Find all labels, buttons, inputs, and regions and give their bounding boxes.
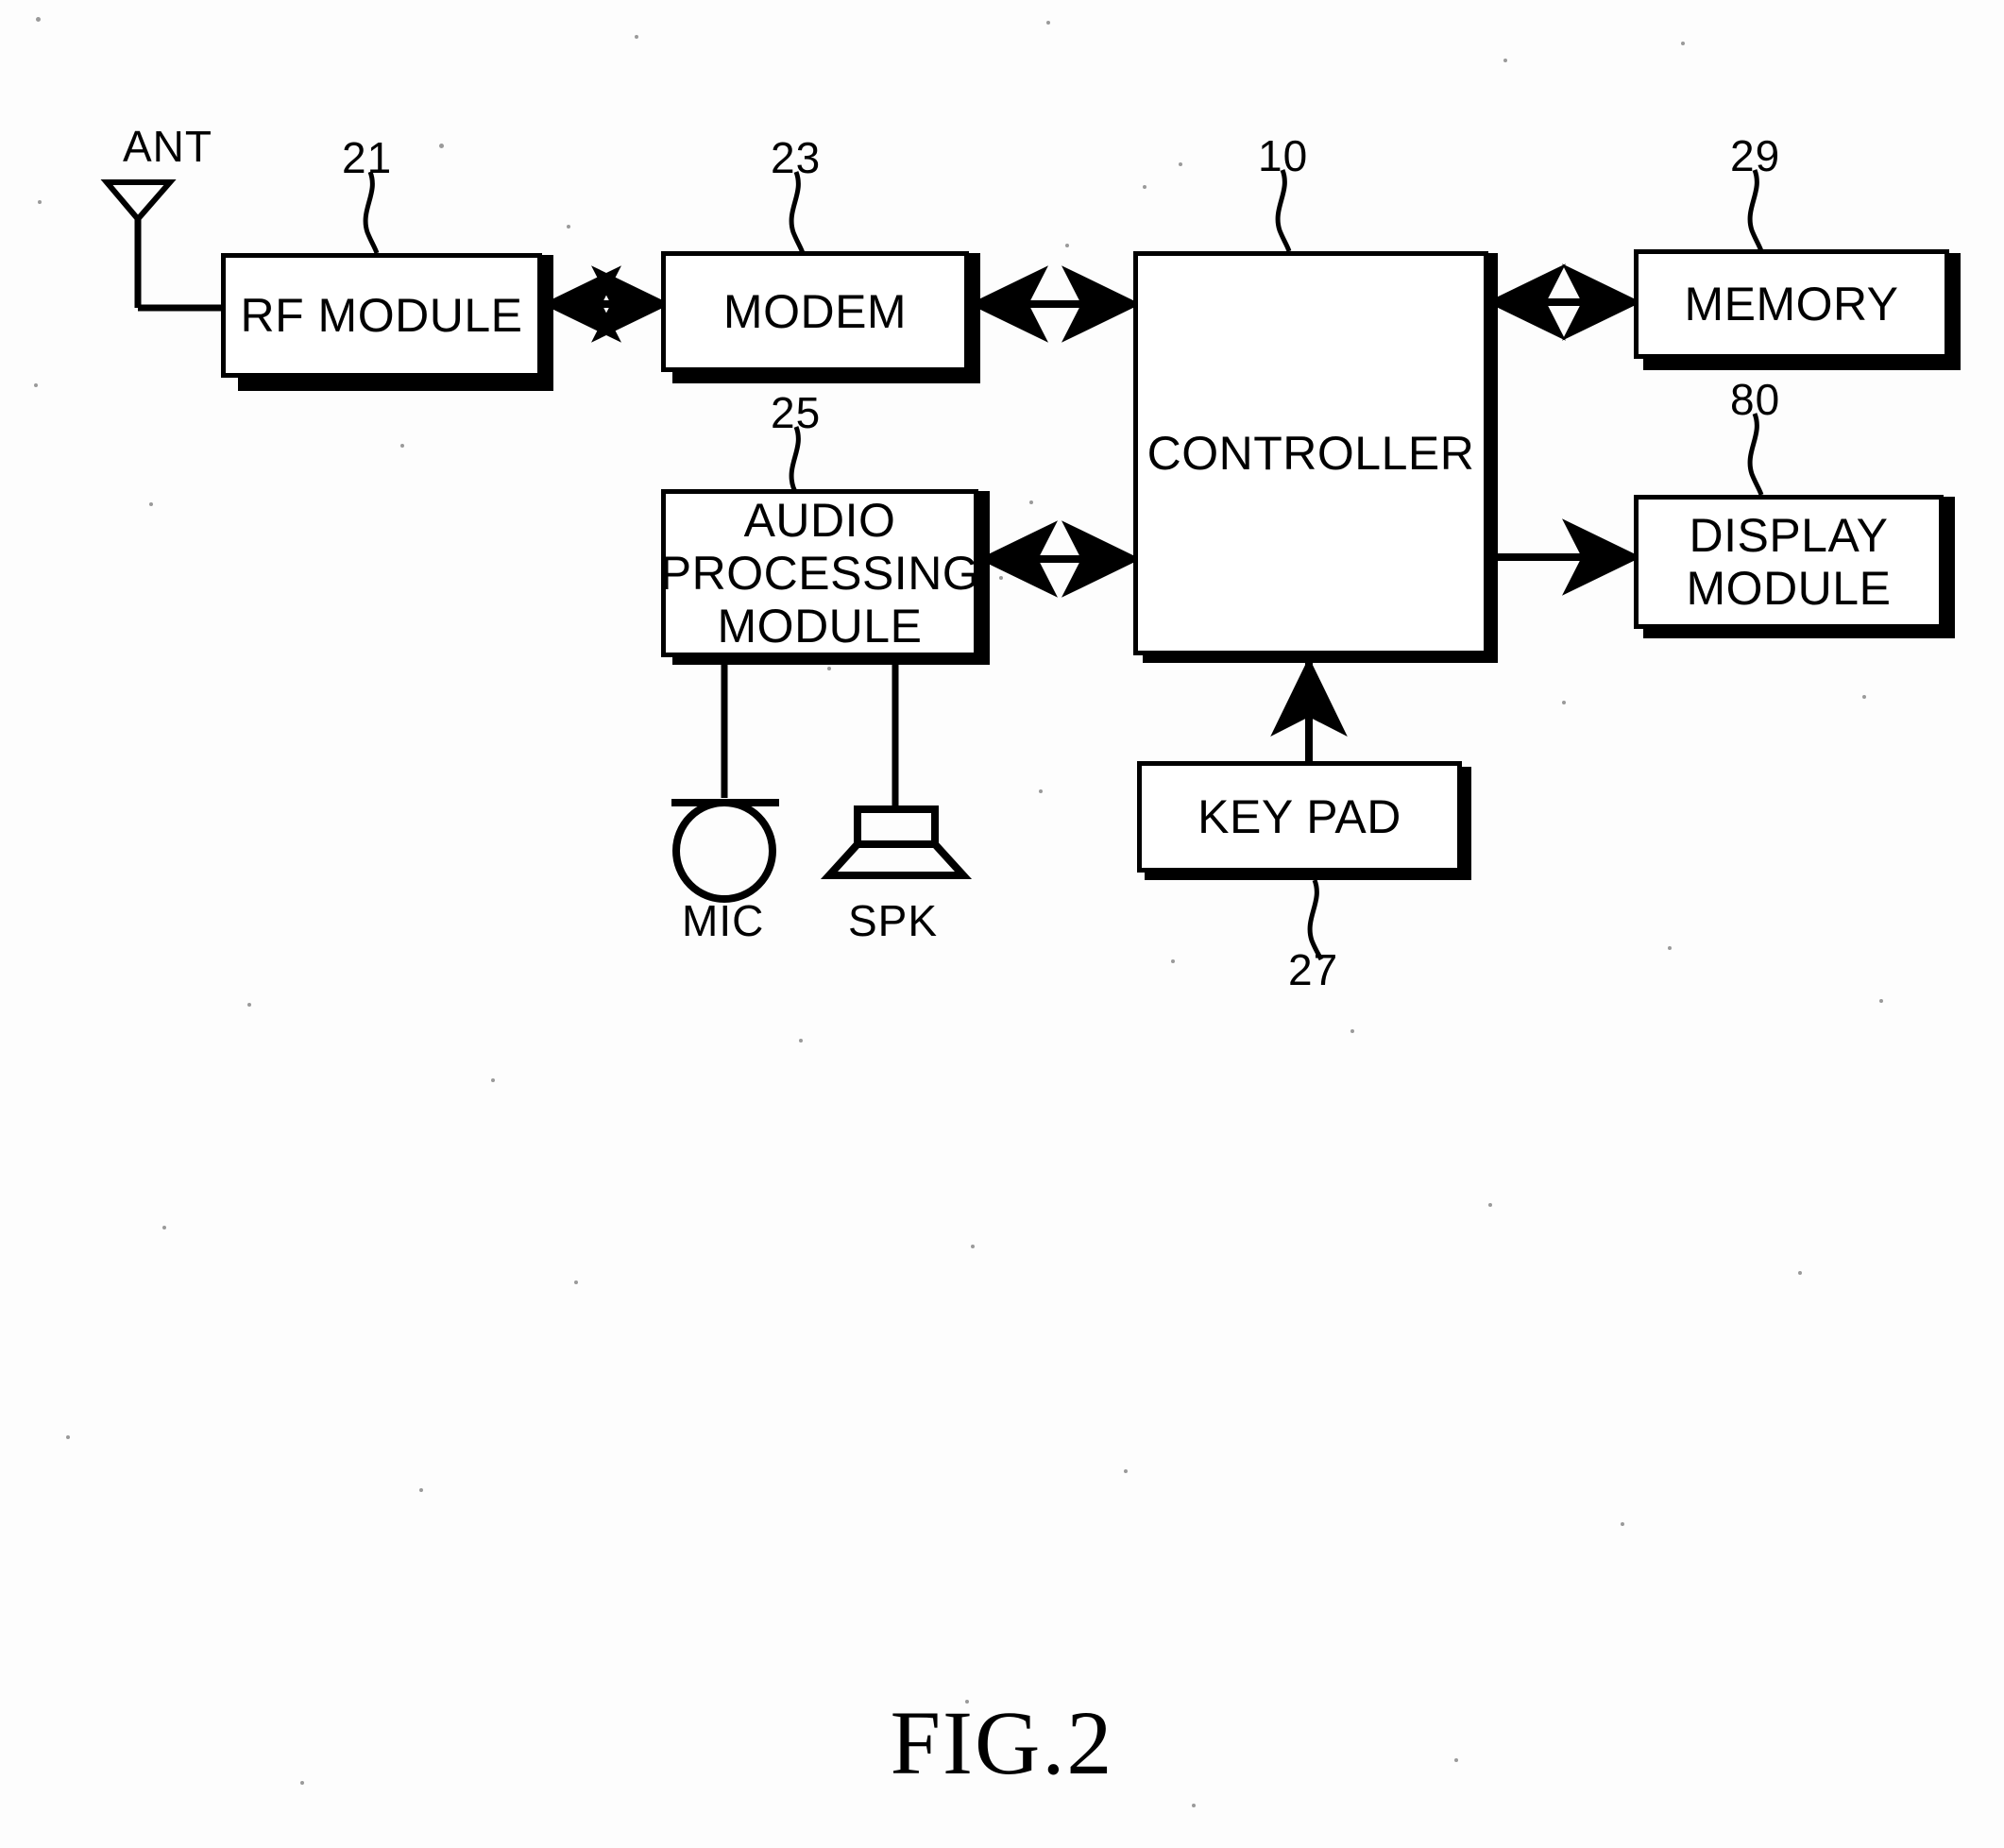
block-display-module[interactable]: DISPLAY MODULE [1634,495,1944,629]
paper-speck [799,1039,803,1043]
block-modem-label: MODEM [722,285,908,338]
paper-speck [439,144,444,148]
paper-speck [247,1003,251,1007]
paper-speck [999,576,1003,580]
paper-speck [1192,1804,1196,1807]
block-memory[interactable]: MEMORY [1634,249,1949,359]
block-audio-processing-module-label: AUDIO PROCESSING MODULE [659,494,980,653]
block-key-pad-label: KEY PAD [1197,790,1401,843]
reference-numeral-27: 27 [1288,945,1339,994]
reference-leaders [363,169,1764,961]
antenna-feed-line [134,217,221,312]
paper-speck [827,667,831,670]
block-rf-module-label: RF MODULE [240,289,523,342]
block-memory-label: MEMORY [1684,278,1899,331]
paper-speck [1681,42,1685,45]
paper-speck [36,17,41,22]
mic-symbol [671,799,779,903]
speaker-symbol [820,805,973,879]
paper-speck [1039,789,1043,793]
paper-speck [1029,500,1033,504]
paper-speck [162,1226,166,1229]
paper-speck [1503,59,1507,62]
leader-80 [1747,413,1764,496]
reference-numeral-10: 10 [1258,131,1309,180]
reference-numeral-23: 23 [771,133,822,182]
paper-speck [1798,1271,1802,1275]
paper-speck [1124,1469,1128,1473]
paper-speck [149,502,153,506]
paper-speck [1179,162,1182,166]
paper-speck [66,1435,70,1439]
paper-speck [1171,959,1175,963]
paper-speck [971,1245,975,1248]
paper-speck [419,1488,423,1492]
paper-speck [635,35,638,39]
paper-speck [34,383,38,387]
paper-speck [1488,1203,1492,1207]
figure-caption: FIG.2 [890,1692,1114,1793]
paper-speck [1862,695,1866,699]
block-controller[interactable]: CONTROLLER [1133,251,1488,655]
paper-speck [1879,999,1883,1003]
mic-label: MIC [682,896,765,945]
paper-speck [1143,185,1146,189]
speaker-label: SPK [848,896,939,945]
paper-speck [574,1280,578,1284]
reference-numeral-29: 29 [1730,131,1781,180]
leader-23 [789,171,806,254]
block-controller-label: CONTROLLER [1146,427,1475,480]
paper-speck [567,225,570,229]
paper-speck [400,444,404,448]
paper-speck [1562,701,1566,704]
block-display-module-label: DISPLAY MODULE [1686,509,1892,615]
reference-numeral-21: 21 [342,133,393,182]
block-audio-processing-module[interactable]: AUDIO PROCESSING MODULE [659,489,980,657]
paper-speck [38,200,42,204]
leader-10 [1275,169,1292,252]
block-modem[interactable]: MODEM [661,251,969,372]
paper-speck [1668,946,1672,950]
paper-speck [1621,1522,1624,1526]
reference-numeral-80: 80 [1730,375,1781,424]
paper-speck [1046,21,1050,25]
reference-numeral-25: 25 [771,388,822,437]
paper-speck [1065,244,1069,247]
patent-figure-page: ANT 21 23 25 10 29 80 27 RF MODULE MODEM… [0,0,2004,1848]
paper-speck [1350,1029,1354,1033]
block-rf-module[interactable]: RF MODULE [221,253,542,378]
block-key-pad[interactable]: KEY PAD [1137,761,1462,873]
leader-21 [363,171,380,254]
antenna-label: ANT [123,122,212,171]
paper-speck [491,1078,495,1082]
leader-29 [1747,169,1764,252]
